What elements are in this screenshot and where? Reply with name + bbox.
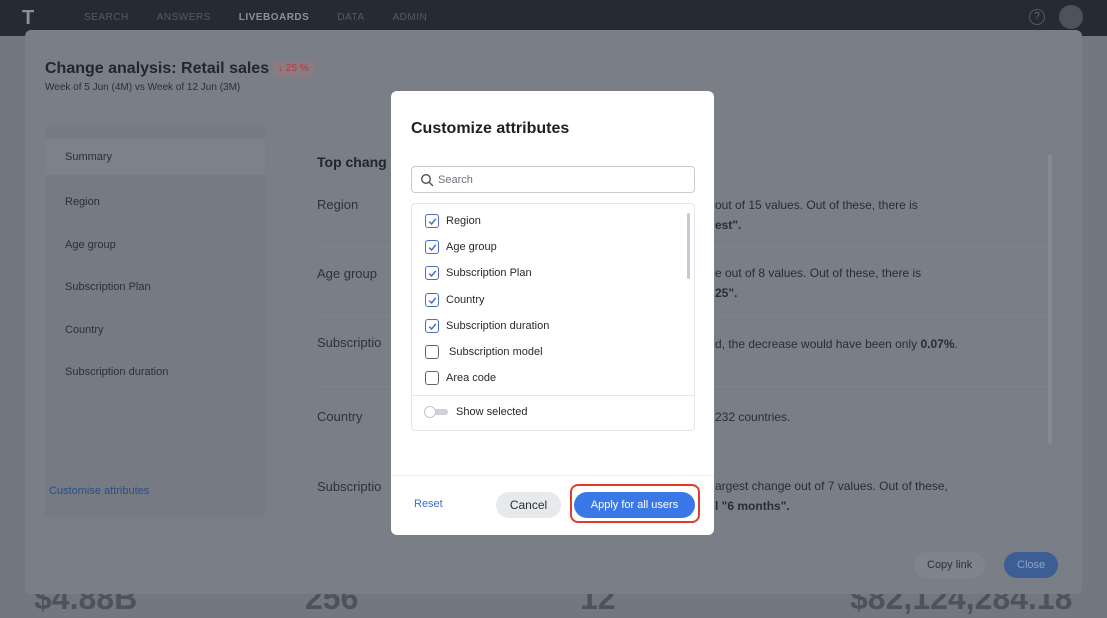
nav-item-country[interactable]: Country: [65, 324, 104, 336]
row-text: d, the decrease would have been only 0.0…: [715, 337, 958, 351]
customize-attributes-dialog: Customize attributes Region Age group Su…: [391, 91, 714, 535]
checkbox-unchecked-icon[interactable]: [425, 345, 439, 359]
row-text: 232 countries.: [715, 410, 791, 424]
row-text: e out of 8 values. Out of these, there i…: [715, 266, 922, 300]
content-title: Top chang: [317, 154, 387, 170]
apply-for-all-users-button[interactable]: Apply for all users: [574, 492, 695, 518]
checkbox-checked-icon[interactable]: [425, 214, 439, 228]
divider: [391, 475, 714, 476]
divider: [412, 395, 694, 396]
copy-link-button[interactable]: Copy link: [914, 552, 986, 578]
row-text: out of 15 values. Out of these, there is…: [715, 198, 918, 232]
help-icon[interactable]: ?: [1029, 9, 1045, 25]
nav-item-subscription-plan[interactable]: Subscription Plan: [65, 281, 151, 293]
app-logo[interactable]: T: [22, 8, 40, 28]
panel-subtitle: Week of 5 Jun (4M) vs Week of 12 Jun (3M…: [45, 82, 241, 93]
search-box: [411, 166, 695, 193]
checkbox-checked-icon[interactable]: [425, 293, 439, 307]
option-subscription-plan[interactable]: Subscription Plan: [425, 263, 532, 283]
main-nav: SEARCH ANSWERS LIVEBOARDS DATA ADMIN: [84, 12, 427, 23]
option-label: Subscription duration: [446, 320, 550, 332]
nav-data[interactable]: DATA: [337, 12, 364, 23]
option-label: Area code: [446, 372, 497, 384]
row-label: Country: [317, 409, 363, 424]
search-icon: [420, 173, 434, 187]
checkbox-checked-icon[interactable]: [425, 319, 439, 333]
option-label: Region: [446, 215, 481, 227]
delta-badge: ↓ 25 %: [273, 61, 314, 77]
option-age-group[interactable]: Age group: [425, 237, 497, 257]
nav-item-age-group[interactable]: Age group: [65, 239, 116, 251]
nav-admin[interactable]: ADMIN: [393, 12, 428, 23]
customise-attributes-link[interactable]: Customise attributes: [49, 485, 149, 497]
content-scrollbar[interactable]: [1048, 154, 1052, 444]
avatar[interactable]: [1059, 5, 1083, 29]
checkbox-checked-icon[interactable]: [425, 240, 439, 254]
nav-item-region[interactable]: Region: [65, 196, 100, 208]
attribute-nav: Summary Region Age group Subscription Pl…: [45, 125, 265, 517]
search-input[interactable]: [438, 171, 688, 188]
option-area-code[interactable]: Area code: [425, 368, 496, 388]
nav-liveboards[interactable]: LIVEBOARDS: [239, 12, 310, 23]
toggle-knob: [424, 406, 436, 418]
row-label: Region: [317, 197, 359, 212]
nav-answers[interactable]: ANSWERS: [157, 12, 211, 23]
row-label: Subscriptio: [317, 479, 382, 494]
show-selected-toggle[interactable]: [424, 406, 450, 418]
checkbox-checked-icon[interactable]: [425, 266, 439, 280]
option-subscription-duration[interactable]: Subscription duration: [425, 316, 549, 336]
nav-item-summary[interactable]: Summary: [45, 139, 265, 175]
option-label: Country: [446, 294, 485, 306]
option-subscription-model[interactable]: Subscription model: [425, 342, 543, 362]
reset-button[interactable]: Reset: [414, 498, 443, 510]
cancel-button[interactable]: Cancel: [496, 492, 561, 518]
option-label: Age group: [446, 241, 497, 253]
panel-title: Change analysis: Retail sales: [45, 60, 270, 77]
attribute-list: Region Age group Subscription Plan Count…: [411, 203, 695, 431]
row-label: Subscriptio: [317, 335, 382, 350]
option-label: Subscription model: [449, 346, 543, 358]
option-label: Subscription Plan: [446, 267, 532, 279]
row-label: Age group: [317, 266, 377, 281]
checkbox-unchecked-icon[interactable]: [425, 371, 439, 385]
option-region[interactable]: Region: [425, 211, 481, 231]
dialog-title: Customize attributes: [411, 120, 570, 137]
nav-search[interactable]: SEARCH: [84, 12, 129, 23]
show-selected-label: Show selected: [456, 406, 528, 418]
row-text: argest change out of 7 values. Out of th…: [715, 479, 948, 513]
nav-item-subscription-duration[interactable]: Subscription duration: [65, 366, 168, 378]
close-button[interactable]: Close: [1004, 552, 1059, 578]
option-country[interactable]: Country: [425, 290, 485, 310]
list-scrollbar[interactable]: [687, 213, 690, 279]
